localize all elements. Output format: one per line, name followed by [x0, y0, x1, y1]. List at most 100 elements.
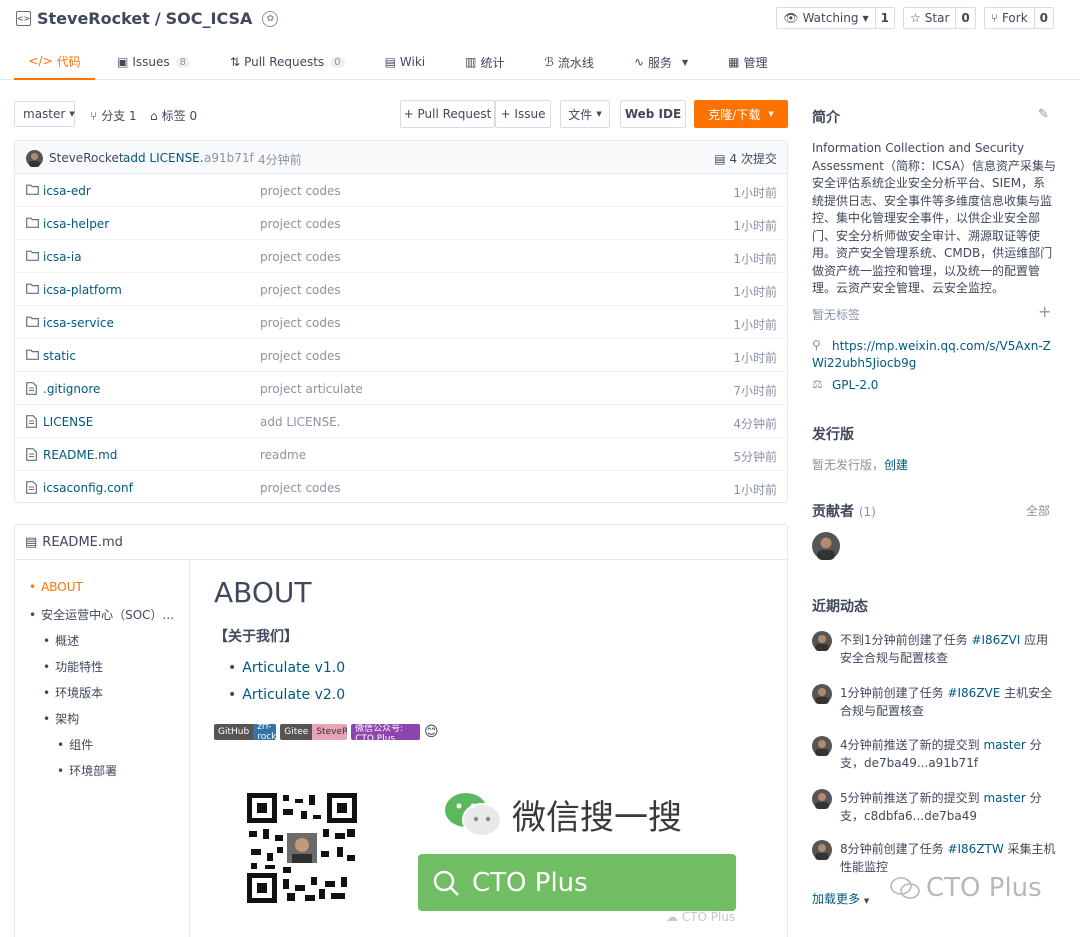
file-commit-message[interactable]: project articulate [260, 382, 363, 396]
activity-link[interactable]: #I86ZVE [947, 686, 1000, 700]
create-release-link[interactable]: 创建 [884, 458, 908, 472]
tags-link[interactable]: ⌂ 标签 0 [150, 107, 197, 124]
file-name-link[interactable]: README.md [43, 448, 117, 462]
avatar[interactable] [812, 631, 832, 651]
commit-message[interactable]: add LICENSE. [123, 151, 204, 165]
avatar[interactable] [26, 150, 43, 167]
star-button[interactable]: ☆ Star 0 [903, 7, 976, 29]
toc-item-soc[interactable]: 安全运营中心（SOC）... [29, 606, 174, 623]
commit-count-link[interactable]: ▤ 4 次提交 [714, 150, 777, 167]
file-commit-message[interactable]: project codes [260, 316, 341, 330]
readme-link-v2[interactable]: Articulate v2.0 [228, 687, 345, 703]
avatar[interactable] [812, 840, 832, 860]
recommend-badge-icon[interactable]: ✿ [262, 10, 279, 27]
badge-right: zrf-rocket [253, 724, 277, 740]
watch-count[interactable]: 1 [874, 8, 894, 28]
file-commit-message[interactable]: readme [260, 448, 306, 462]
file-name-link[interactable]: icsa-edr [43, 184, 91, 198]
toc-item-about[interactable]: ABOUT [29, 580, 83, 594]
tab-wiki[interactable]: ▤ Wiki [365, 44, 446, 80]
file-name-link[interactable]: icsa-helper [43, 217, 109, 231]
file-row[interactable]: static project codes 1小时前 [15, 339, 787, 372]
file-commit-message[interactable]: project codes [260, 349, 341, 363]
clone-download-button[interactable]: 克隆/下载 ▼ [694, 100, 788, 128]
new-issue-button[interactable]: + Issue [495, 100, 551, 128]
commit-hash[interactable]: a91b71f [204, 151, 254, 165]
fork-count[interactable]: 0 [1033, 8, 1053, 28]
wechat-search-title: 微信搜一搜 [444, 790, 682, 839]
avatar[interactable] [812, 684, 832, 704]
file-commit-message[interactable]: project codes [260, 217, 341, 231]
search-icon [433, 870, 459, 896]
file-commit-time: 5分钟前 [733, 450, 777, 464]
tab-stats[interactable]: ▥ 统计 [445, 44, 524, 80]
wechat-badge[interactable]: 微信公众号: CTO Plus [351, 724, 420, 740]
tab-manage[interactable]: ▦ 管理 [708, 44, 787, 80]
avatar[interactable] [812, 789, 832, 809]
avatar[interactable] [812, 532, 840, 560]
tab-code[interactable]: </> 代码 [14, 44, 95, 80]
web-ide-button[interactable]: Web IDE [620, 100, 686, 128]
toc-item-deployment[interactable]: 环境部署 [57, 762, 117, 779]
commit-author[interactable]: SteveRocket [49, 151, 124, 165]
activity-link[interactable]: #I86ZTW [947, 842, 1003, 856]
tab-issues[interactable]: ▣ Issues 8 [95, 44, 210, 80]
file-name-link[interactable]: LICENSE [43, 415, 93, 429]
tab-pipeline[interactable]: ℬ 流水线 [524, 44, 613, 80]
file-name-link[interactable]: icsaconfig.conf [43, 481, 133, 495]
repo-name-link[interactable]: SOC_ICSA [166, 9, 253, 28]
file-commit-message[interactable]: add LICENSE. [260, 415, 341, 429]
file-row[interactable]: icsa-platform project codes 1小时前 [15, 273, 787, 306]
branches-link[interactable]: ⑂ 分支 1 [90, 107, 137, 124]
repo-owner-link[interactable]: SteveRocket [37, 9, 150, 28]
new-pull-request-button[interactable]: + Pull Request [400, 100, 495, 128]
star-count[interactable]: 0 [955, 8, 975, 28]
toc-item-versions[interactable]: 环境版本 [43, 684, 103, 701]
toc-item-architecture[interactable]: 架构 [43, 710, 79, 727]
tab-pull-requests[interactable]: ⇅ Pull Requests 0 [210, 44, 365, 80]
folder-icon [26, 316, 39, 327]
toc-item-overview[interactable]: 概述 [43, 632, 79, 649]
file-name-link[interactable]: icsa-platform [43, 283, 122, 297]
file-name-link[interactable]: icsa-service [43, 316, 114, 330]
toc-item-features[interactable]: 功能特性 [43, 658, 103, 675]
github-badge[interactable]: GitHubzrf-rocket [214, 724, 277, 740]
fork-button[interactable]: ⑂ Fork 0 [983, 7, 1054, 29]
file-row[interactable]: LICENSE add LICENSE. 4分钟前 [15, 405, 787, 438]
file-commit-message[interactable]: project codes [260, 481, 341, 495]
cto-plus-search-box[interactable]: CTO Plus [418, 854, 736, 911]
file-row[interactable]: icsa-service project codes 1小时前 [15, 306, 787, 339]
file-commit-time: 1小时前 [733, 252, 777, 266]
load-more-link[interactable]: 加载更多 ▼ [812, 890, 869, 907]
activity-link[interactable]: master [983, 738, 1025, 752]
file-commit-message[interactable]: project codes [260, 250, 341, 264]
tab-services[interactable]: ∿ 服务 ▼ [614, 44, 708, 80]
license-link[interactable]: GPL-2.0 [832, 377, 878, 394]
file-name-link[interactable]: static [43, 349, 76, 363]
all-contributors-link[interactable]: 全部 [1026, 502, 1050, 519]
branch-select[interactable]: master ▼ [14, 101, 75, 127]
file-menu-button[interactable]: 文件 ▼ [560, 100, 610, 128]
gitee-badge[interactable]: GiteeSteveRocket [280, 724, 348, 740]
file-row[interactable]: icsa-helper project codes 1小时前 [15, 207, 787, 240]
readme-link-v1[interactable]: Articulate v1.0 [228, 660, 345, 676]
file-commit-message[interactable]: project codes [260, 283, 341, 297]
toc-item-components[interactable]: 组件 [57, 736, 93, 753]
file-row[interactable]: icsa-ia project codes 1小时前 [15, 240, 787, 273]
homepage-link[interactable]: https://mp.weixin.qq.com/s/V5Axn-ZWi22ub… [812, 338, 1056, 372]
avatar[interactable] [812, 736, 832, 756]
watch-button[interactable]: 👁 Watching ▼ 1 [776, 7, 895, 29]
file-name-link[interactable]: .gitignore [43, 382, 100, 396]
file-row[interactable]: .gitignore project articulate 7小时前 [15, 372, 787, 405]
add-tag-icon[interactable]: + [1038, 302, 1051, 321]
file-row[interactable]: icsa-edr project codes 1小时前 [15, 174, 787, 207]
edit-icon[interactable]: ✎ [1038, 107, 1049, 122]
wechat-logo-icon [445, 792, 502, 837]
file-row[interactable]: icsaconfig.conf project codes 1小时前 [15, 471, 787, 504]
file-row[interactable]: README.md readme 5分钟前 [15, 438, 787, 471]
activity-link[interactable]: master [983, 791, 1025, 805]
smile-emoji-icon: 😊 [423, 724, 439, 740]
file-commit-message[interactable]: project codes [260, 184, 341, 198]
file-name-link[interactable]: icsa-ia [43, 250, 82, 264]
activity-link[interactable]: #I86ZVI [971, 633, 1020, 647]
